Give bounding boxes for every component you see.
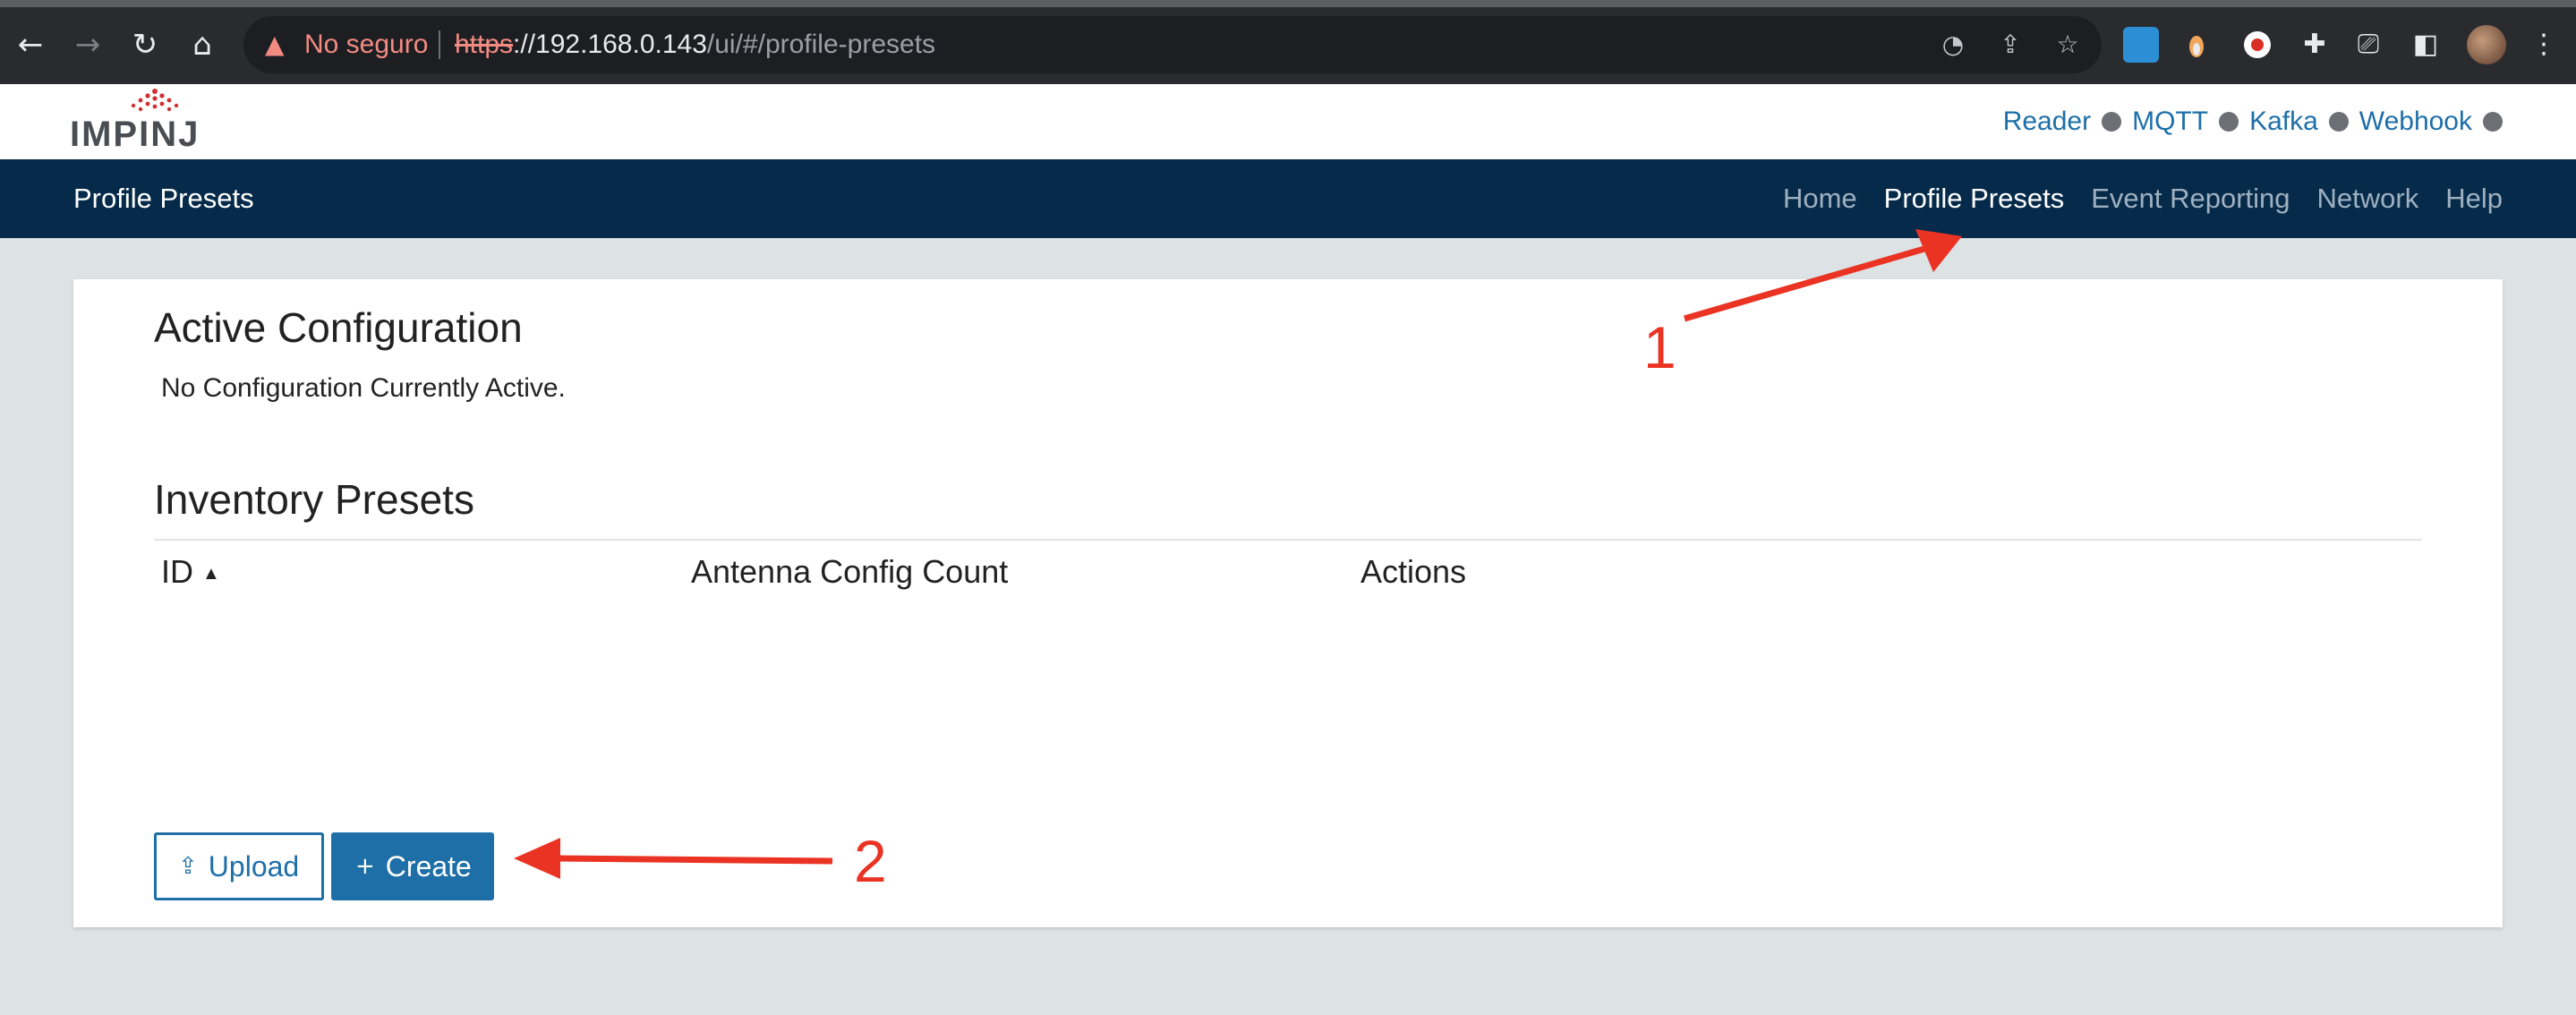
reader-status-dot bbox=[2102, 112, 2122, 132]
column-header-id-label: ID bbox=[161, 553, 193, 590]
logo-dots-icon bbox=[131, 89, 179, 112]
status-link-mqtt[interactable]: MQTT bbox=[2132, 104, 2208, 140]
column-header-antenna-config-count[interactable]: Antenna Config Count bbox=[691, 550, 1008, 594]
forward-icon[interactable]: → bbox=[66, 23, 109, 66]
impinj-logo[interactable]: IMPINJ bbox=[70, 88, 222, 156]
url-text[interactable]: https://192.168.0.143/ui/#/profile-prese… bbox=[455, 29, 935, 61]
upload-icon: ⇪ bbox=[178, 853, 198, 880]
share-icon[interactable]: ⇪ bbox=[1994, 29, 2026, 61]
cast-icon[interactable]: ⎚ bbox=[2349, 25, 2388, 64]
menu-icon[interactable]: ⋮ bbox=[2524, 25, 2563, 64]
annotation-label-2: 2 bbox=[854, 828, 887, 894]
app-header: IMPINJ Reader MQTT Kafka Webhook bbox=[0, 84, 2576, 159]
kafka-status-dot bbox=[2328, 112, 2349, 132]
sort-ascending-icon[interactable]: ▲ bbox=[202, 551, 220, 596]
status-link-reader[interactable]: Reader bbox=[2003, 104, 2091, 140]
warning-icon: ▲ bbox=[265, 30, 285, 59]
nav-help[interactable]: Help bbox=[2445, 181, 2503, 217]
logo-text: IMPINJ bbox=[70, 115, 200, 154]
mqtt-status-dot bbox=[2219, 112, 2239, 132]
extension-flame-icon[interactable] bbox=[2179, 27, 2214, 63]
plus-icon: + bbox=[355, 853, 375, 880]
back-icon[interactable]: ← bbox=[9, 23, 52, 66]
upload-button-label: Upload bbox=[208, 850, 300, 883]
browser-toolbar: ← → ↻ ⌂ ▲ No seguro https://192.168.0.14… bbox=[0, 0, 2576, 84]
column-header-actions: Actions bbox=[1361, 553, 1467, 590]
annotation-label-1: 1 bbox=[1643, 314, 1676, 380]
side-panel-icon[interactable]: ◧ bbox=[2406, 25, 2445, 64]
upload-button[interactable]: ⇪ Upload bbox=[154, 832, 324, 900]
create-button[interactable]: + Create bbox=[331, 832, 494, 900]
create-button-label: Create bbox=[385, 850, 472, 883]
inventory-presets-heading: Inventory Presets bbox=[154, 476, 474, 523]
puzzle-icon[interactable]: ✚ bbox=[2295, 25, 2334, 64]
bookmark-star-icon[interactable]: ☆ bbox=[2051, 29, 2084, 61]
table-divider bbox=[154, 539, 2422, 541]
profile-avatar[interactable] bbox=[2467, 25, 2506, 64]
webhook-status-dot bbox=[2483, 112, 2503, 132]
omnibox-divider bbox=[439, 30, 440, 59]
active-config-heading: Active Configuration bbox=[154, 304, 523, 351]
status-link-kafka[interactable]: Kafka bbox=[2249, 104, 2318, 140]
url-scheme: https bbox=[455, 30, 514, 59]
address-bar[interactable]: ▲ No seguro https://192.168.0.143/ui/#/p… bbox=[243, 16, 2102, 73]
url-path: /ui/#/profile-presets bbox=[706, 30, 936, 59]
nav-event-reporting[interactable]: Event Reporting bbox=[2091, 181, 2290, 217]
performance-icon[interactable]: ◔ bbox=[1937, 29, 1969, 61]
column-header-id[interactable]: ID ▲ bbox=[161, 550, 220, 596]
home-icon[interactable]: ⌂ bbox=[181, 23, 224, 66]
url-host: ://192.168.0.143 bbox=[513, 30, 707, 59]
tab-strip bbox=[0, 0, 2576, 7]
nav-network[interactable]: Network bbox=[2317, 181, 2419, 217]
security-warning[interactable]: No seguro bbox=[304, 29, 428, 61]
extension-trello-icon[interactable] bbox=[2123, 27, 2159, 63]
reload-icon[interactable]: ↻ bbox=[124, 23, 166, 66]
nav-home[interactable]: Home bbox=[1783, 181, 1857, 217]
status-link-webhook[interactable]: Webhook bbox=[2359, 104, 2472, 140]
main-navbar: Profile Presets Home Profile Presets Eve… bbox=[0, 159, 2576, 238]
navbar-brand[interactable]: Profile Presets bbox=[73, 181, 254, 217]
presets-card: Active Configuration No Configuration Cu… bbox=[73, 279, 2503, 927]
nav-links: Home Profile Presets Event Reporting Net… bbox=[1783, 181, 2503, 217]
nav-profile-presets[interactable]: Profile Presets bbox=[1884, 181, 2065, 217]
active-config-message: No Configuration Currently Active. bbox=[161, 373, 566, 403]
extension-record-icon[interactable] bbox=[2239, 27, 2275, 63]
status-links: Reader MQTT Kafka Webhook bbox=[2003, 104, 2503, 140]
